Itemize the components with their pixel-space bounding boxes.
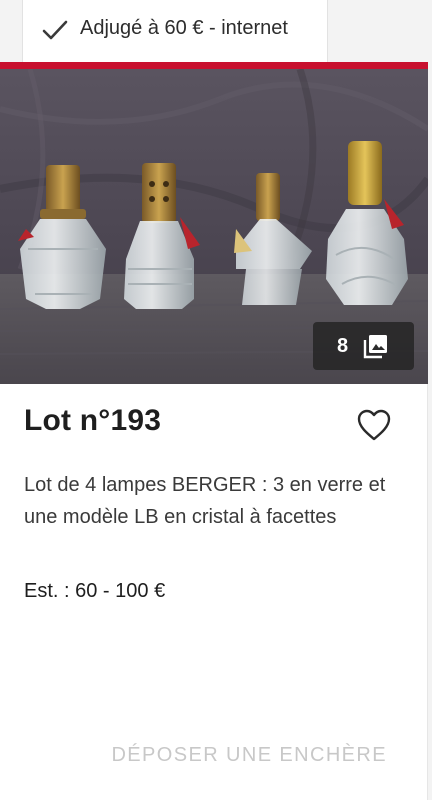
lot-title: Lot n°193 — [24, 404, 162, 437]
lot-photo[interactable]: 8 — [0, 69, 428, 384]
heart-icon[interactable] — [356, 408, 392, 442]
accent-bar — [0, 62, 428, 69]
sold-status-tab: Adjugé à 60 € - internet — [22, 0, 328, 62]
lot-description: Lot de 4 lampes BERGER : 3 en verre et u… — [24, 474, 386, 528]
sold-status-label: Adjugé à 60 € - internet — [80, 17, 288, 39]
photo-count-badge[interactable]: 8 — [313, 322, 414, 370]
photo-count: 8 — [336, 334, 349, 357]
images-icon — [363, 335, 388, 359]
place-bid-button[interactable]: DÉPOSER UNE ENCHÈRE — [111, 744, 387, 767]
check-icon — [42, 20, 68, 40]
lot-card[interactable]: 8 Lot n°193 Lot de 4 lampes BERGER : 3 e… — [0, 62, 428, 800]
lot-estimate: Est. : 60 - 100 € — [24, 580, 166, 602]
